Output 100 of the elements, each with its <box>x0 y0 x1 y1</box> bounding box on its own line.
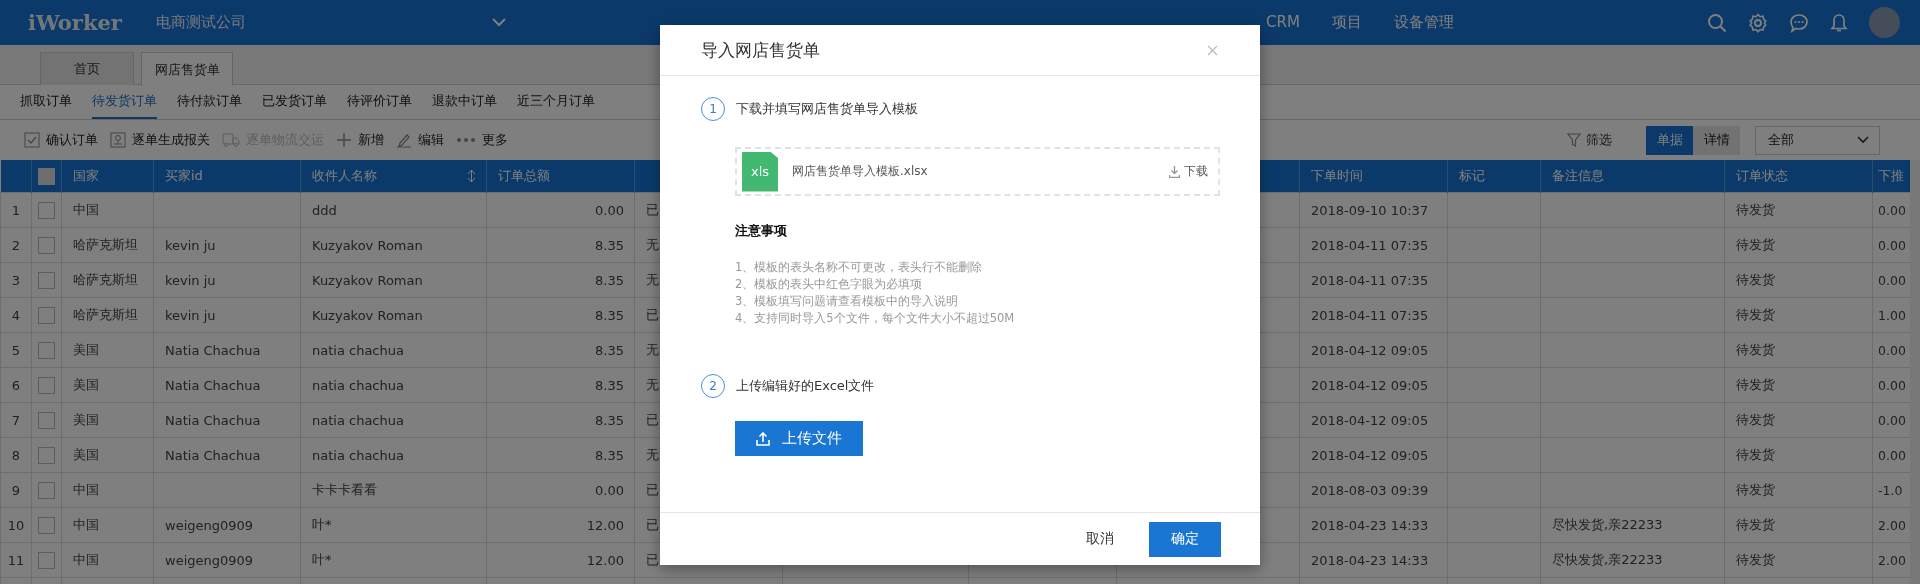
upload-button[interactable]: 上传文件 <box>735 421 863 456</box>
table-cell: 2018-04-12 09:05 <box>1299 367 1448 403</box>
row-checkbox[interactable] <box>38 236 55 254</box>
nav-menu-item[interactable]: 设备管理 <box>1393 13 1454 32</box>
page-tab[interactable]: 首页 <box>40 52 134 85</box>
chevron-down-icon[interactable] <box>491 18 506 27</box>
table-cell: 2018-04-12 09:05 <box>1299 402 1448 438</box>
scope-dropdown[interactable]: 全部 <box>1755 125 1880 155</box>
table-cell: 待发货 <box>1724 367 1873 403</box>
sort-icon[interactable] <box>467 169 476 183</box>
toolbar-button[interactable]: 编辑 <box>392 127 452 153</box>
table-cell: 中国 <box>61 507 154 543</box>
column-header[interactable]: 买家id <box>153 160 301 193</box>
pencil-icon <box>396 132 412 148</box>
chevron-down-icon <box>1857 136 1869 144</box>
column-header[interactable]: 国家 <box>61 160 154 193</box>
row-checkbox[interactable] <box>38 481 55 499</box>
column-header[interactable]: 下推 <box>1872 160 1910 193</box>
row-checkbox[interactable] <box>38 306 55 324</box>
table-cell: ddd <box>300 192 487 228</box>
row-checkbox[interactable] <box>38 411 55 429</box>
table-cell: 0.00 <box>486 192 635 228</box>
toolbar-button[interactable]: 逐单生成报关 <box>106 127 218 153</box>
row-number: 3 <box>0 262 32 298</box>
table-cell: natia chachua <box>300 437 487 473</box>
toolbar-button[interactable]: 更多 <box>452 127 516 153</box>
table-cell: 待发货 <box>1724 332 1873 368</box>
row-number: 6 <box>0 367 32 403</box>
column-header[interactable]: 订单总额 <box>486 160 635 193</box>
row-number: 11 <box>0 542 32 578</box>
order-status-tab[interactable]: 待付款订单 <box>177 85 242 119</box>
view-toggle-button[interactable]: 详情 <box>1693 125 1740 155</box>
row-checkbox[interactable] <box>38 551 55 569</box>
table-cell: 美国 <box>61 437 154 473</box>
table-cell: 待发货 <box>1724 542 1873 578</box>
row-checkbox[interactable] <box>38 201 55 219</box>
row-number: 7 <box>0 402 32 438</box>
table-cell: 美国 <box>61 332 154 368</box>
row-checkbox[interactable] <box>38 516 55 534</box>
column-header[interactable]: 备注信息 <box>1540 160 1725 193</box>
download-link[interactable]: 下载 <box>1169 163 1208 180</box>
table-cell: Kuzyakov Roman <box>300 297 487 333</box>
toolbar-button[interactable]: 新增 <box>332 127 392 153</box>
order-status-tab[interactable]: 已发货订单 <box>262 85 327 119</box>
column-header[interactable]: 收件人名称 <box>300 160 487 193</box>
table-cell: 尽快发货,亲22233 <box>1540 542 1725 578</box>
cancel-button[interactable]: 取消 <box>1076 524 1124 554</box>
select-all-checkbox[interactable] <box>38 167 55 185</box>
settings-icon[interactable] <box>1748 12 1768 33</box>
toolbar-button[interactable]: 确认订单 <box>20 127 106 153</box>
table-cell: 2018-04-12 09:05 <box>1299 332 1448 368</box>
app-logo[interactable]: iWorker <box>28 10 122 35</box>
nav-menu-item[interactable]: 项目 <box>1331 13 1362 32</box>
chat-icon[interactable] <box>1789 12 1809 33</box>
table-cell: 2018-09-10 10:37 <box>1299 192 1448 228</box>
column-header[interactable]: 订单状态 <box>1724 160 1873 193</box>
table-cell: Natia Chachua <box>153 402 301 438</box>
table-cell: 哈萨克斯坦 <box>61 297 154 333</box>
scrollbar[interactable] <box>1910 160 1920 584</box>
table-cell: 2018-08-03 09:39 <box>1299 472 1448 508</box>
column-header[interactable]: 下单时间 <box>1299 160 1448 193</box>
order-status-tab[interactable]: 近三个月订单 <box>517 85 595 119</box>
table-cell: kevin ju <box>153 262 301 298</box>
table-cell: 哈萨克斯坦 <box>61 227 154 263</box>
table-cell: 待发货 <box>1724 507 1873 543</box>
row-checkbox[interactable] <box>38 446 55 464</box>
bell-icon[interactable] <box>1830 12 1848 33</box>
step-title: 下载并填写网店售货单导入模板 <box>736 100 918 118</box>
table-cell: 中国 <box>61 192 154 228</box>
order-status-tab[interactable]: 待评价订单 <box>347 85 412 119</box>
table-cell: 8.35 <box>486 297 635 333</box>
nav-menu-item[interactable]: CRM <box>1266 13 1300 32</box>
filter-button[interactable]: 筛选 <box>1561 130 1618 150</box>
table-cell: 叶* <box>300 542 487 578</box>
table-cell: 美国 <box>61 367 154 403</box>
order-status-tab[interactable]: 抓取订单 <box>20 85 72 119</box>
table-cell: 12.00 <box>486 542 635 578</box>
page-tab[interactable]: 网店售货单 <box>141 52 233 86</box>
table-cell: Natia Chachua <box>153 367 301 403</box>
table-cell: 待发货 <box>1724 472 1873 508</box>
view-toggle-button[interactable]: 单据 <box>1646 125 1693 155</box>
table-cell: kevin ju <box>153 227 301 263</box>
table-cell: 待发货 <box>1724 227 1873 263</box>
order-status-tab[interactable]: 退款中订单 <box>432 85 497 119</box>
column-header[interactable]: 标记 <box>1447 160 1541 193</box>
row-checkbox[interactable] <box>38 271 55 289</box>
truck-icon <box>222 132 240 148</box>
table-cell: Kuzyakov Roman <box>300 227 487 263</box>
company-name[interactable]: 电商测试公司 <box>155 13 246 32</box>
plus-icon <box>336 132 352 148</box>
row-checkbox[interactable] <box>38 376 55 394</box>
avatar[interactable] <box>1869 7 1900 38</box>
row-number: 9 <box>0 472 32 508</box>
table-cell: 待发货 <box>1724 402 1873 438</box>
search-icon[interactable] <box>1707 12 1727 33</box>
confirm-button[interactable]: 确定 <box>1149 521 1221 557</box>
table-cell: weigeng0909 <box>153 542 301 578</box>
table-cell: 2018-04-11 07:35 <box>1299 262 1448 298</box>
close-icon[interactable] <box>1207 44 1218 56</box>
row-checkbox[interactable] <box>38 341 55 359</box>
